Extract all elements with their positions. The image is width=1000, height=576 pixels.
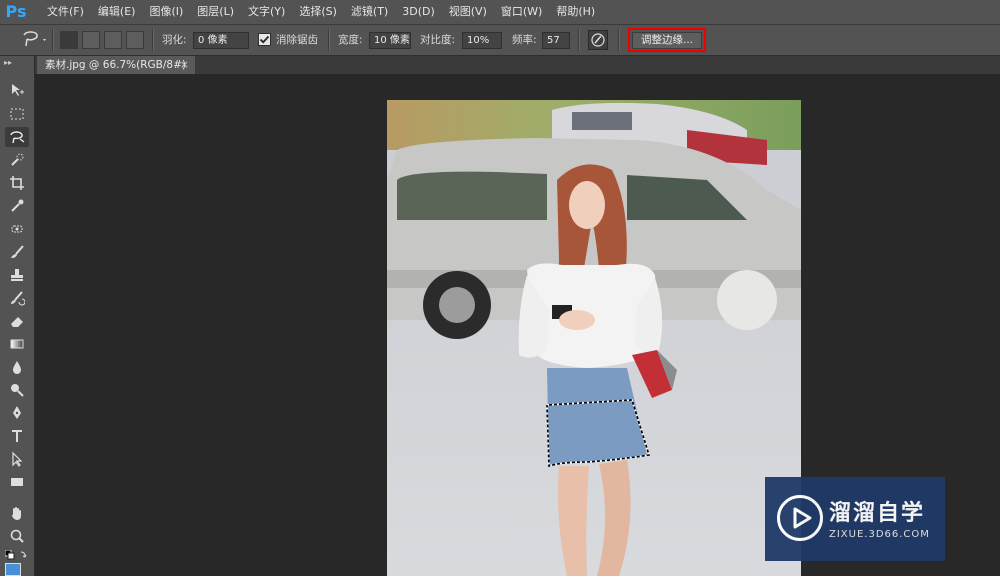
clone-stamp-icon[interactable] — [5, 265, 29, 285]
panel-collapse-icon[interactable]: ▸▸ — [4, 58, 12, 67]
tablet-pressure-button[interactable] — [588, 30, 608, 50]
document-tab[interactable]: 素材.jpg @ 66.7%(RGB/8#) × — [37, 56, 195, 74]
menu-list: 文件(F) 编辑(E) 图像(I) 图层(L) 文字(Y) 选择(S) 滤镜(T… — [40, 0, 602, 24]
separator — [152, 29, 154, 51]
separator — [578, 29, 580, 51]
menu-filter[interactable]: 滤镜(T) — [344, 0, 395, 24]
width-label: 宽度: — [338, 34, 363, 46]
history-brush-icon[interactable] — [5, 288, 29, 308]
menu-edit[interactable]: 编辑(E) — [91, 0, 143, 24]
contrast-input[interactable]: 10% — [462, 32, 502, 49]
options-bar: 羽化: 0 像素 消除锯齿 宽度: 10 像素 对比度: 10% 频率: 57 … — [0, 25, 1000, 56]
watermark-title: 溜溜自学 — [829, 501, 926, 526]
menu-file[interactable]: 文件(F) — [40, 0, 91, 24]
tools-panel: ▸▸ — [0, 56, 35, 576]
separator — [52, 29, 54, 51]
feather-input[interactable]: 0 像素 — [193, 32, 249, 49]
crop-icon[interactable] — [5, 173, 29, 193]
rectangle-icon[interactable] — [5, 472, 29, 492]
brush-icon[interactable] — [5, 242, 29, 262]
move-icon[interactable] — [5, 80, 29, 100]
antialias-checkbox[interactable] — [258, 33, 271, 46]
menu-layer[interactable]: 图层(L) — [190, 0, 241, 24]
document-tab-bar: 素材.jpg @ 66.7%(RGB/8#) × — [35, 56, 1000, 74]
menu-image[interactable]: 图像(I) — [142, 0, 190, 24]
healing-brush-icon[interactable] — [5, 219, 29, 239]
width-input[interactable]: 10 像素 — [369, 32, 411, 49]
hand-icon[interactable] — [5, 503, 29, 523]
antialias-label: 消除锯齿 — [276, 34, 318, 46]
photoshop-logo: Ps — [5, 2, 27, 21]
magnetic-lasso-icon[interactable] — [5, 127, 29, 147]
dodge-icon[interactable] — [5, 380, 29, 400]
menu-window[interactable]: 窗口(W) — [494, 0, 549, 24]
blur-icon[interactable] — [5, 357, 29, 377]
subtract-selection-button[interactable] — [104, 31, 122, 49]
play-logo-icon — [777, 495, 823, 541]
highlight-box — [628, 28, 706, 52]
marquee-icon[interactable] — [5, 104, 29, 124]
pen-icon[interactable] — [5, 403, 29, 423]
watermark-url: ZIXUE.3D66.COM — [829, 529, 930, 540]
feather-label: 羽化: — [162, 34, 187, 46]
menu-type[interactable]: 文字(Y) — [241, 0, 292, 24]
type-icon[interactable] — [5, 426, 29, 446]
frequency-label: 频率: — [512, 34, 537, 46]
new-selection-button[interactable] — [60, 31, 78, 49]
menu-view[interactable]: 视图(V) — [442, 0, 494, 24]
menu-3d[interactable]: 3D(D) — [395, 0, 442, 24]
document-image[interactable] — [387, 100, 801, 576]
add-selection-button[interactable] — [82, 31, 100, 49]
zoom-icon[interactable] — [5, 526, 29, 546]
document-tab-title: 素材.jpg @ 66.7%(RGB/8#) — [45, 59, 186, 71]
menu-help[interactable]: 帮助(H) — [549, 0, 602, 24]
menu-select[interactable]: 选择(S) — [292, 0, 344, 24]
watermark: 溜溜自学 ZIXUE.3D66.COM — [765, 477, 945, 561]
menu-bar: Ps 文件(F) 编辑(E) 图像(I) 图层(L) 文字(Y) 选择(S) 滤… — [0, 0, 1000, 25]
checkmark-icon — [259, 35, 270, 44]
separator — [328, 29, 330, 51]
default-colors-icon[interactable] — [4, 549, 29, 560]
frequency-input[interactable]: 57 — [542, 32, 570, 49]
tool-preset-picker[interactable] — [18, 25, 48, 55]
eraser-icon[interactable] — [5, 311, 29, 331]
eyedropper-icon[interactable] — [5, 196, 29, 216]
separator — [618, 29, 620, 51]
foreground-color-swatch[interactable] — [5, 563, 21, 576]
gradient-icon[interactable] — [5, 334, 29, 354]
lasso-icon — [23, 31, 46, 47]
close-tab-icon[interactable]: × — [180, 56, 189, 74]
contrast-label: 对比度: — [420, 34, 456, 46]
pen-pressure-icon — [591, 33, 605, 47]
path-selection-icon[interactable] — [5, 449, 29, 469]
intersect-selection-button[interactable] — [126, 31, 144, 49]
quick-selection-icon[interactable] — [5, 150, 29, 170]
